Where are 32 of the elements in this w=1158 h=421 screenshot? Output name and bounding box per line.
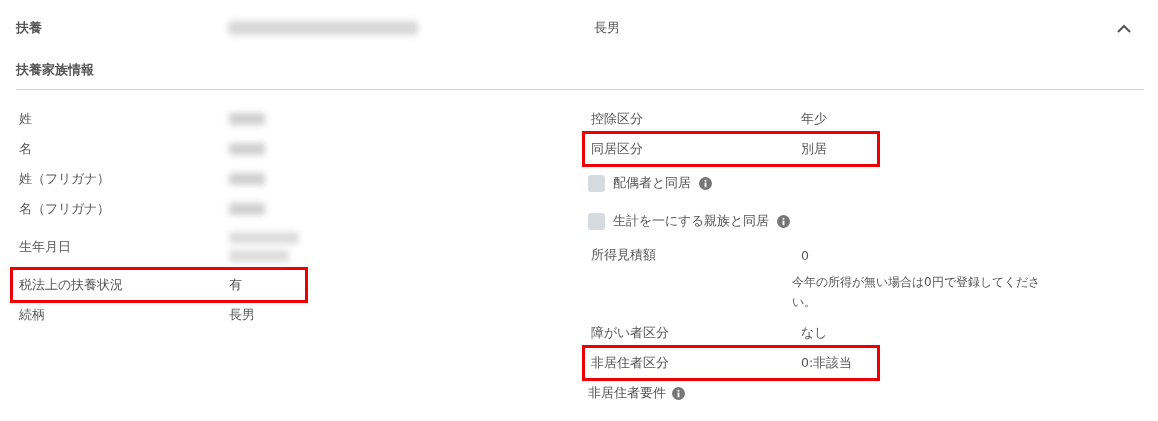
field-label: 非居住者区分 [591, 354, 670, 372]
field-label: 控除区分 [591, 110, 644, 128]
field-value: 0 [801, 247, 810, 263]
field-label: 名 [19, 140, 33, 158]
field-label: 生年月日 [19, 238, 72, 256]
section-title: 扶養家族情報 [16, 56, 1144, 90]
chevron-up-icon [1117, 23, 1131, 33]
field-value: 有 [229, 276, 243, 294]
checkbox-label[interactable]: 配偶者と同居 [613, 174, 691, 192]
info-icon[interactable] [699, 176, 712, 190]
field-label: 税法上の扶養状況 [19, 276, 124, 294]
info-icon[interactable] [672, 386, 685, 400]
section-label: 扶養 [16, 19, 43, 37]
info-icon[interactable] [777, 214, 790, 228]
field-label: 非居住者要件 [588, 384, 666, 402]
field-value: 長男 [229, 306, 256, 324]
hint-text: 今年の所得が無い場合は0円で登録してください。 [792, 274, 1041, 311]
checkbox[interactable] [588, 174, 605, 192]
field-label: 障がい者区分 [591, 324, 670, 342]
field-label: 続柄 [19, 306, 46, 324]
field-label: 姓 [19, 110, 33, 128]
field-value: 年少 [801, 110, 828, 128]
relation-text: 長男 [594, 19, 621, 37]
field-label: 所得見積額 [591, 246, 657, 264]
field-label: 名（フリガナ） [19, 200, 111, 218]
field-value: 別居 [801, 140, 828, 158]
field-value: なし [801, 324, 828, 342]
field-value: 0:非該当 [801, 354, 854, 372]
field-label: 姓（フリガナ） [19, 170, 111, 188]
field-label: 同居区分 [591, 140, 644, 158]
checkbox-label[interactable]: 生計を一にする親族と同居 [613, 212, 769, 230]
checkbox[interactable] [588, 212, 605, 230]
